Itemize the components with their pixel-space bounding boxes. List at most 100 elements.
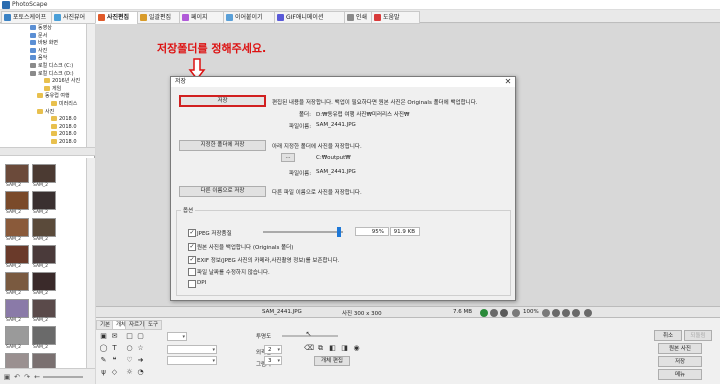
star-icon[interactable]: ☆ <box>136 344 145 353</box>
tree-node[interactable]: 사진 <box>37 108 54 116</box>
settings-icon[interactable] <box>584 309 592 317</box>
rotate-left-icon[interactable]: ↶ <box>13 373 21 381</box>
photo-thumbnail[interactable] <box>5 191 29 210</box>
option-checkbox[interactable] <box>188 280 196 288</box>
save-button[interactable]: 저장 <box>179 95 266 107</box>
square-icon[interactable]: □ <box>125 332 134 341</box>
cursor-icon[interactable]: ↖ <box>304 330 313 339</box>
fullscreen-icon[interactable] <box>562 309 570 317</box>
tree-node[interactable]: 음악 <box>30 55 47 62</box>
photo-thumbnail[interactable] <box>5 245 29 264</box>
bring-front-icon[interactable]: ◧ <box>328 344 337 353</box>
object-edit-button[interactable]: 개체 편집 <box>314 356 350 366</box>
shadow-select[interactable]: 3 ▾ <box>264 356 282 365</box>
paint-icon[interactable]: ◉ <box>352 344 361 353</box>
folder-icon[interactable]: ▣ <box>3 373 11 381</box>
thumbnail-scrollbar[interactable] <box>86 158 95 368</box>
circle-icon[interactable]: ○ <box>125 344 134 353</box>
mail-icon[interactable]: ✉ <box>110 332 119 341</box>
trash-icon[interactable]: ⌫ <box>304 344 314 353</box>
arrow-icon[interactable]: ➜ <box>136 356 145 365</box>
quote-icon[interactable]: ❝ <box>110 356 119 365</box>
panel-splitter[interactable] <box>0 147 95 156</box>
outline-width-select[interactable]: 2 ▾ <box>264 345 282 354</box>
thumbnail-list[interactable]: SAM_2 SAM_2 SAM_2 SAM_2 SAM_2 SAM_2 SAM_2 SAM_2… <box>0 158 86 368</box>
pen-icon[interactable]: ✎ <box>99 356 108 365</box>
tree-node[interactable]: 2018.0 <box>51 116 77 123</box>
actual-size-icon[interactable] <box>500 309 508 317</box>
action-button[interactable]: 메뉴 <box>658 369 702 380</box>
quality-slider-track[interactable] <box>263 231 343 233</box>
close-icon[interactable]: ✕ <box>504 77 512 87</box>
photo-thumbnail[interactable] <box>5 164 29 183</box>
tree-node[interactable]: 로컬 디스크 (D:) <box>30 70 74 78</box>
rotate-right-icon[interactable]: ↷ <box>23 373 31 381</box>
action-button[interactable]: 취소 <box>654 330 682 341</box>
clock-icon[interactable]: ◔ <box>136 368 145 377</box>
action-button[interactable]: 저장 <box>658 356 702 367</box>
tree-node[interactable]: 2018.0 <box>51 123 77 131</box>
photo-thumbnail[interactable] <box>5 353 29 368</box>
tree-node[interactable]: 로컬 디스크 (C:) <box>30 63 73 70</box>
browse-folder-button[interactable]: ... <box>281 153 295 162</box>
tab-8[interactable]: 도움말 <box>371 11 420 24</box>
rounded-rect-icon[interactable]: ▢ <box>136 332 145 341</box>
tree-node[interactable]: 2018.0 <box>51 131 77 138</box>
compare-icon[interactable] <box>552 309 560 317</box>
save-as-button[interactable]: 다른 이름으로 저장 <box>179 186 266 197</box>
fit-icon[interactable] <box>490 309 498 317</box>
photo-thumbnail[interactable] <box>32 272 56 291</box>
photo-thumbnail[interactable] <box>32 299 56 318</box>
bottom-tab[interactable]: 도구 <box>144 320 163 330</box>
zoom-out-icon[interactable] <box>512 309 520 317</box>
balloon-icon[interactable]: ◯ <box>99 344 108 353</box>
back-icon[interactable]: ← <box>33 373 41 381</box>
photo-thumbnail[interactable] <box>32 245 56 264</box>
action-button[interactable]: 원본 사진 <box>658 343 702 354</box>
send-back-icon[interactable]: ◨ <box>340 344 349 353</box>
photo-thumbnail[interactable] <box>32 164 56 183</box>
tree-node[interactable]: 바탕 화면 <box>30 40 58 47</box>
photo-thumbnail[interactable] <box>5 272 29 291</box>
tree-node[interactable]: 미러리스 <box>51 101 77 108</box>
bottom-tool-panel: 투명도 외곽선 2▾ 그림자 3▾ 개체 편집 기본개체자르기도구▣✉□▢◯T○… <box>96 318 720 384</box>
tree-node[interactable]: 문서 <box>30 32 47 40</box>
action-button[interactable]: 되돌림 <box>684 330 712 341</box>
palm-icon[interactable]: ψ <box>99 368 108 377</box>
option-checkbox[interactable]: ✓ <box>188 229 196 237</box>
tree-node[interactable]: 동유럽 여행 <box>37 93 70 100</box>
heart-icon[interactable]: ♡ <box>125 356 134 365</box>
tree-node[interactable]: 2016년 사진 <box>44 78 80 85</box>
save-to-folder-button[interactable]: 지정한 폴더에 저장 <box>179 140 266 151</box>
tree-node[interactable]: 동영상 <box>30 25 52 32</box>
sun-icon[interactable]: ☼ <box>125 368 134 377</box>
zoom-in-icon[interactable] <box>542 309 550 317</box>
text-icon[interactable]: T <box>110 344 119 353</box>
folder-icon <box>30 25 36 30</box>
photo-thumbnail[interactable] <box>32 326 56 345</box>
shapes-icon[interactable]: ◇ <box>110 368 119 377</box>
style-select[interactable]: ▾ <box>167 332 187 341</box>
option-checkbox[interactable]: ✓ <box>188 256 196 264</box>
photo-thumbnail[interactable] <box>32 191 56 210</box>
folder-tree-scrollbar[interactable] <box>86 24 95 154</box>
style-select[interactable]: ▾ <box>167 356 217 365</box>
image-icon[interactable]: ▣ <box>99 332 108 341</box>
folder-tree[interactable]: 동영상 문서 바탕 화면 사진 음악 로컬 디스크 (C:) 로컬 디스크 (D:) 2016… <box>0 24 85 146</box>
tree-node[interactable]: 게임 <box>44 85 61 93</box>
photo-thumbnail[interactable] <box>5 326 29 345</box>
crop-view-icon[interactable] <box>572 309 580 317</box>
photo-thumbnail[interactable] <box>32 218 56 237</box>
photo-thumbnail[interactable] <box>5 299 29 318</box>
save-status-icon[interactable] <box>480 309 488 317</box>
photo-thumbnail[interactable] <box>5 218 29 237</box>
style-select[interactable]: ▾ <box>167 345 217 354</box>
photo-thumbnail[interactable] <box>32 353 56 368</box>
tree-node[interactable]: 2018.0 <box>51 139 77 146</box>
copy-icon[interactable]: ⧉ <box>316 344 325 353</box>
thumb-size-slider[interactable] <box>43 376 83 378</box>
option-checkbox[interactable]: ✓ <box>188 243 196 251</box>
tree-node[interactable]: 사진 <box>30 47 47 55</box>
quality-slider-thumb[interactable] <box>337 227 341 237</box>
option-checkbox[interactable] <box>188 268 196 276</box>
